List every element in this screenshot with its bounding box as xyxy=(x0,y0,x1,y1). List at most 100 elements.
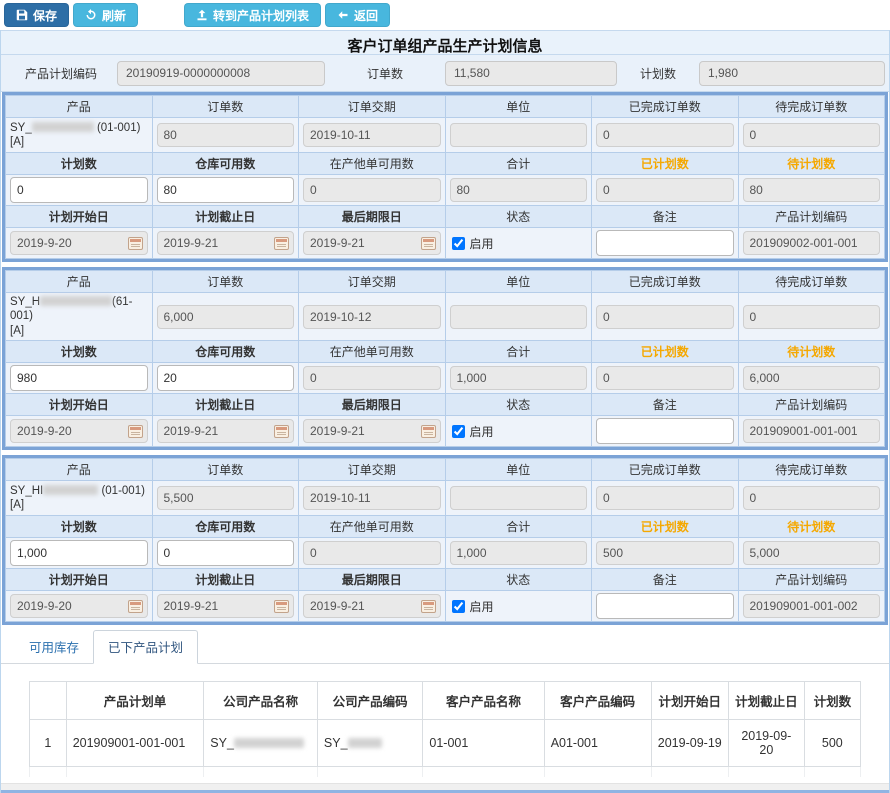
planned-header: 已计划数 xyxy=(592,341,739,363)
calendar-icon[interactable] xyxy=(421,425,436,438)
order-due-header: 订单交期 xyxy=(299,271,446,293)
other-order-avail-value: 0 xyxy=(303,366,441,390)
product-name-prefix: SY_HI xyxy=(10,485,43,497)
unit-value xyxy=(450,123,588,147)
remark-input[interactable] xyxy=(596,593,734,619)
end-date-picker[interactable]: 2019-9-21 xyxy=(157,231,295,255)
back-arrow-icon xyxy=(337,9,349,21)
deadline-picker[interactable]: 2019-9-21 xyxy=(303,231,441,255)
remark-header: 备注 xyxy=(592,394,739,416)
remark-input[interactable] xyxy=(596,418,734,444)
save-icon xyxy=(16,9,28,21)
other-order-avail-value: 0 xyxy=(303,178,441,202)
save-button[interactable]: 保存 xyxy=(4,3,69,27)
tab-placed-product-plans[interactable]: 已下产品计划 xyxy=(93,630,198,664)
calendar-icon[interactable] xyxy=(274,237,289,250)
status-header: 状态 xyxy=(445,569,592,591)
end-date-picker[interactable]: 2019-9-21 xyxy=(157,594,295,618)
tab-bar: 可用库存 已下产品计划 xyxy=(1,634,889,664)
col-end-date: 计划截止日 xyxy=(729,682,805,720)
planned-value: 0 xyxy=(596,178,734,202)
deadline-picker[interactable]: 2019-9-21 xyxy=(303,419,441,443)
plan-qty-input[interactable] xyxy=(10,177,148,203)
deadline-value: 2019-9-21 xyxy=(310,599,365,613)
plan-qty-header: 计划数 xyxy=(6,153,153,175)
planned-header: 已计划数 xyxy=(592,153,739,175)
order-due-value: 2019-10-11 xyxy=(303,486,441,510)
table-row[interactable]: 1 201909001-001-001 SY_ SY_ 01-001 A01-0… xyxy=(30,720,861,767)
enabled-checkbox[interactable] xyxy=(452,600,465,613)
done-orders-value: 0 xyxy=(596,123,734,147)
company-name-prefix: SY_ xyxy=(210,736,234,750)
cell-plan-no: 201909001-001-001 xyxy=(66,720,204,767)
product-name-line2: [A] xyxy=(10,499,24,511)
end-date-value: 2019-9-21 xyxy=(164,236,219,250)
product-header: 产品 xyxy=(6,96,153,118)
total-value: 80 xyxy=(450,178,588,202)
unit-header: 单位 xyxy=(445,459,592,481)
cell-customer-name: 01-001 xyxy=(423,720,544,767)
placed-plans-table-wrap: 产品计划单 公司产品名称 公司产品编码 客户产品名称 客户产品编码 计划开始日 … xyxy=(29,681,861,777)
end-date-value: 2019-9-21 xyxy=(164,599,219,613)
block-plan-code-value: 201909002-001-001 xyxy=(743,231,881,255)
remark-input[interactable] xyxy=(596,230,734,256)
upload-icon xyxy=(196,9,208,21)
placed-plans-table: 产品计划单 公司产品名称 公司产品编码 客户产品名称 客户产品编码 计划开始日 … xyxy=(29,681,861,777)
deadline-header: 最后期限日 xyxy=(299,569,446,591)
start-date-picker[interactable]: 2019-9-20 xyxy=(10,231,148,255)
enabled-label: 启用 xyxy=(470,598,494,615)
product-name-prefix: SY_H xyxy=(10,296,40,308)
order-qty-value: 5,500 xyxy=(157,486,295,510)
redacted-text xyxy=(32,122,94,132)
calendar-icon[interactable] xyxy=(421,237,436,250)
enabled-label: 启用 xyxy=(470,235,494,252)
start-date-picker[interactable]: 2019-9-20 xyxy=(10,419,148,443)
end-date-header: 计划截止日 xyxy=(152,206,299,228)
order-due-header: 订单交期 xyxy=(299,459,446,481)
redacted-text xyxy=(234,738,304,748)
order-qty-field: 11,580 xyxy=(445,61,617,86)
pending-orders-value: 0 xyxy=(743,305,881,329)
product-name-prefix: SY_ xyxy=(10,122,32,134)
calendar-icon[interactable] xyxy=(421,600,436,613)
product-name: SY_ (01-001)[A] xyxy=(6,118,153,153)
calendar-icon[interactable] xyxy=(128,425,143,438)
calendar-icon[interactable] xyxy=(274,600,289,613)
start-date-picker[interactable]: 2019-9-20 xyxy=(10,594,148,618)
end-date-picker[interactable]: 2019-9-21 xyxy=(157,419,295,443)
order-qty-label: 订单数 xyxy=(325,65,445,82)
order-due-value: 2019-10-12 xyxy=(303,305,441,329)
unit-value xyxy=(450,486,588,510)
calendar-icon[interactable] xyxy=(274,425,289,438)
start-date-header: 计划开始日 xyxy=(6,394,153,416)
plan-code-header: 产品计划编码 xyxy=(738,206,885,228)
calendar-icon[interactable] xyxy=(128,600,143,613)
goto-plan-list-button[interactable]: 转到产品计划列表 xyxy=(184,3,321,27)
panel-bottom-border xyxy=(1,790,889,793)
product-name-suffix: (01-001) xyxy=(101,485,144,497)
enabled-checkbox[interactable] xyxy=(452,425,465,438)
planned-value: 500 xyxy=(596,541,734,565)
other-order-avail-header: 在产他单可用数 xyxy=(299,516,446,538)
warehouse-avail-input[interactable] xyxy=(157,177,295,203)
pending-orders-header: 待完成订单数 xyxy=(738,271,885,293)
plan-qty-input[interactable] xyxy=(10,540,148,566)
refresh-button[interactable]: 刷新 xyxy=(73,3,138,27)
pending-orders-header: 待完成订单数 xyxy=(738,459,885,481)
warehouse-avail-input[interactable] xyxy=(157,540,295,566)
plan-qty-input[interactable] xyxy=(10,365,148,391)
back-button[interactable]: 返回 xyxy=(325,3,390,27)
deadline-picker[interactable]: 2019-9-21 xyxy=(303,594,441,618)
product-block-3: 产品 订单数 订单交期 单位 已完成订单数 待完成订单数 SY_HI (01-0… xyxy=(2,455,888,625)
other-order-avail-header: 在产他单可用数 xyxy=(299,341,446,363)
warehouse-avail-input[interactable] xyxy=(157,365,295,391)
summary-row: 产品计划编码 20190919-0000000008 订单数 11,580 计划… xyxy=(1,55,889,92)
tab-available-inventory[interactable]: 可用库存 xyxy=(15,631,93,663)
order-qty-header: 订单数 xyxy=(152,96,299,118)
enabled-checkbox[interactable] xyxy=(452,237,465,250)
planned-header: 已计划数 xyxy=(592,516,739,538)
calendar-icon[interactable] xyxy=(128,237,143,250)
col-start-date: 计划开始日 xyxy=(651,682,729,720)
done-orders-value: 0 xyxy=(596,486,734,510)
cell-customer-code: A01-001 xyxy=(544,720,651,767)
